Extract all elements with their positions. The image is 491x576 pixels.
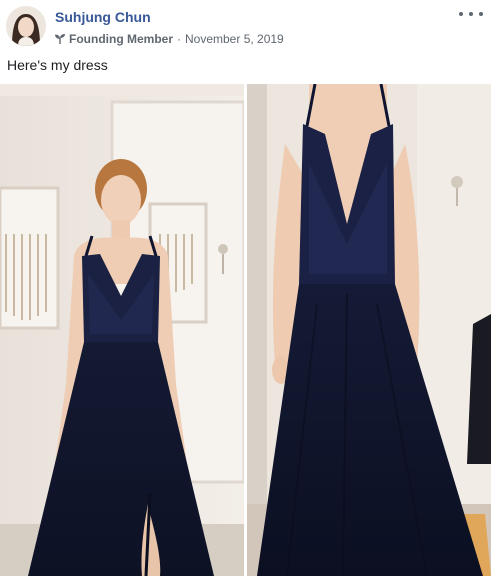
post-photo-right[interactable]	[247, 84, 491, 576]
more-dot	[469, 12, 473, 16]
avatar[interactable]	[6, 6, 46, 46]
more-dot	[479, 12, 483, 16]
post-header: Suhjung Chun Founding Member · November …	[0, 0, 491, 56]
badge-label: Founding Member	[69, 32, 173, 46]
post-date[interactable]: November 5, 2019	[185, 32, 284, 46]
more-dot	[459, 12, 463, 16]
author-name[interactable]: Suhjung Chun	[55, 9, 151, 25]
post-photo-left[interactable]	[0, 84, 244, 576]
sprout-icon	[55, 34, 65, 44]
meta-separator: ·	[177, 32, 181, 46]
more-options-icon[interactable]	[459, 6, 483, 22]
post-text: Here's my dress	[7, 57, 108, 73]
post-meta: Founding Member · November 5, 2019	[54, 31, 284, 47]
